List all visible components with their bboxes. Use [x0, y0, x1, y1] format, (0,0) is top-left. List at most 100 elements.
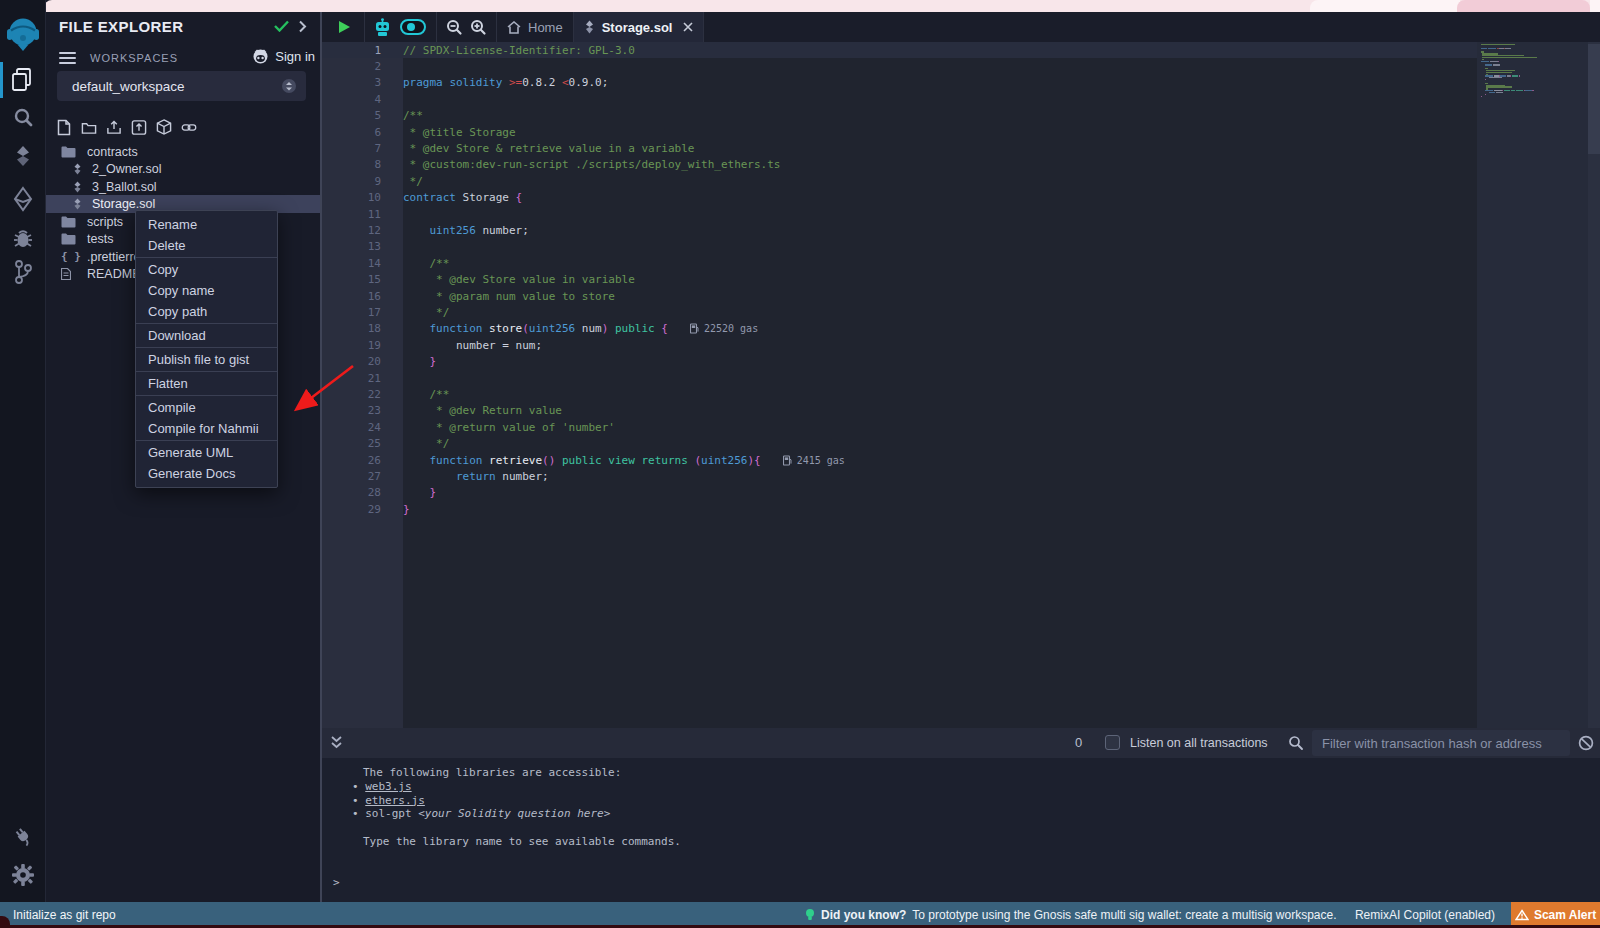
menu-separator	[136, 257, 277, 258]
gas-estimate-badge: 2415 gas	[783, 455, 845, 466]
new-file-icon[interactable]	[56, 118, 72, 136]
minimap[interactable]	[1481, 44, 1537, 97]
terminal-library-item: • ethers.js	[352, 793, 425, 807]
library-link[interactable]: web3.js	[365, 780, 411, 793]
transaction-filter-input[interactable]	[1312, 730, 1570, 756]
code-line-21: 21	[322, 370, 1477, 386]
workspace-select[interactable]: default_workspace	[57, 71, 306, 101]
remix-logo-icon[interactable]	[0, 16, 46, 53]
file-explorer-icon[interactable]	[0, 66, 46, 94]
line-number: 10	[322, 191, 403, 204]
library-link[interactable]: ethers.js	[365, 794, 425, 807]
menu-item-copy[interactable]: Copy	[136, 259, 277, 280]
menu-item-copy-path[interactable]: Copy path	[136, 301, 277, 322]
line-number: 6	[322, 126, 403, 139]
tree-item-2-owner-sol[interactable]: 2_Owner.sol	[46, 160, 327, 178]
zoom-out-icon[interactable]	[446, 19, 463, 36]
red-arrow-annotation	[226, 342, 366, 432]
clear-console-icon[interactable]	[1578, 735, 1594, 751]
warning-icon	[1515, 909, 1529, 921]
code-line-6: 6 * @title Storage	[322, 124, 1477, 140]
terminal-output[interactable]: The following libraries are accessible:•…	[322, 758, 1600, 902]
code-line-8: 8 * @custom:dev-run-script ./scripts/dep…	[322, 157, 1477, 173]
terminal-text: The following libraries are accessible:	[363, 766, 621, 780]
run-script-icon[interactable]	[336, 19, 352, 35]
menu-item-copy-name[interactable]: Copy name	[136, 280, 277, 301]
link-icon[interactable]	[181, 118, 197, 136]
copilot-status[interactable]: RemixAI Copilot (enabled)	[1355, 908, 1495, 922]
code-line-15: 15 * @dev Store value in variable	[322, 272, 1477, 288]
git-init-button[interactable]: Initialize as git repo	[13, 908, 116, 922]
solidity-compiler-icon[interactable]	[0, 144, 46, 168]
editor-scrollbar-thumb[interactable]	[1588, 44, 1600, 154]
code-line-24: 24 * @return value of 'number'	[322, 419, 1477, 435]
code-line-9: 9 */	[322, 173, 1477, 189]
deploy-run-icon[interactable]	[0, 186, 46, 212]
solidity-file-icon	[584, 20, 595, 34]
code-editor[interactable]: 1// SPDX-License-Identifier: GPL-3.023pr…	[322, 42, 1600, 728]
line-number: 2	[322, 60, 403, 73]
line-number: 8	[322, 158, 403, 171]
tree-item-label: 3_Ballot.sol	[92, 180, 157, 194]
editor-region: Home Storage.sol 1// SPDX-License-Identi…	[322, 12, 1600, 902]
code-line-23: 23 * @dev Return value	[322, 403, 1477, 419]
terminal-expand-icon[interactable]	[330, 735, 343, 750]
new-folder-icon[interactable]	[81, 118, 97, 136]
listen-checkbox[interactable]	[1105, 735, 1120, 750]
line-number: 18	[322, 322, 403, 335]
menu-item-generate-docs[interactable]: Generate Docs	[136, 463, 277, 484]
tab-bar: Home Storage.sol	[322, 12, 1600, 42]
code-line-20: 20 }	[322, 354, 1477, 370]
git-icon[interactable]	[0, 258, 46, 286]
ai-robot-icon[interactable]	[373, 18, 392, 37]
line-number: 14	[322, 257, 403, 270]
code-line-22: 22 /**	[322, 386, 1477, 402]
chevron-right-icon[interactable]	[298, 20, 307, 33]
upload-folder-icon[interactable]	[131, 118, 147, 136]
tree-item-label: Storage.sol	[92, 197, 155, 211]
code-line-2: 2	[322, 58, 1477, 74]
code-line-13: 13	[322, 239, 1477, 255]
github-icon	[252, 48, 269, 64]
listen-label[interactable]: Listen on all transactions	[1130, 736, 1268, 750]
upload-file-icon[interactable]	[106, 118, 122, 136]
code-line-5: 5/**	[322, 108, 1477, 124]
terminal-text: Type the library name to see available c…	[363, 835, 681, 849]
debugger-icon[interactable]	[0, 226, 46, 250]
line-number: 17	[322, 306, 403, 319]
code-line-16: 16 * @param num value to store	[322, 288, 1477, 304]
tab-home-label: Home	[528, 20, 563, 35]
solidity-icon	[73, 163, 82, 175]
workspaces-menu-icon[interactable]	[59, 52, 76, 67]
tree-item-3-ballot-sol[interactable]: 3_Ballot.sol	[46, 178, 327, 196]
line-number: 13	[322, 240, 403, 253]
menu-item-rename[interactable]: Rename	[136, 214, 277, 235]
window-top-strip	[44, 0, 1600, 12]
solidity-icon	[73, 181, 82, 193]
code-line-3: 3pragma solidity >=0.8.2 <0.9.0;	[322, 75, 1477, 91]
search-icon[interactable]	[0, 107, 46, 130]
line-number: 3	[322, 76, 403, 89]
workspace-updown-icon	[282, 79, 296, 93]
tree-item-label: 2_Owner.sol	[92, 162, 161, 176]
terminal-library-item: • web3.js	[352, 780, 412, 794]
settings-icon[interactable]	[0, 862, 46, 888]
tab-home[interactable]: Home	[497, 12, 573, 42]
code-line-29: 29}	[322, 501, 1477, 517]
close-tab-icon[interactable]	[683, 22, 693, 32]
plugin-manager-icon[interactable]	[0, 824, 46, 848]
gas-estimate-badge: 22520 gas	[690, 323, 758, 334]
folder-icon	[61, 233, 76, 245]
panel-title: FILE EXPLORER	[59, 18, 183, 35]
copilot-toggle[interactable]	[400, 19, 426, 35]
cube-icon[interactable]	[156, 118, 172, 136]
tab-storage-sol[interactable]: Storage.sol	[574, 12, 704, 42]
tab-storage-label: Storage.sol	[602, 20, 673, 35]
zoom-in-icon[interactable]	[470, 19, 487, 36]
tip-bold: Did you know?	[821, 908, 906, 922]
folder-icon	[61, 146, 76, 158]
sign-in-button[interactable]: Sign in	[252, 48, 315, 64]
menu-item-generate-uml[interactable]: Generate UML	[136, 442, 277, 463]
menu-item-delete[interactable]: Delete	[136, 235, 277, 256]
tree-item-contracts[interactable]: contracts	[46, 143, 327, 161]
